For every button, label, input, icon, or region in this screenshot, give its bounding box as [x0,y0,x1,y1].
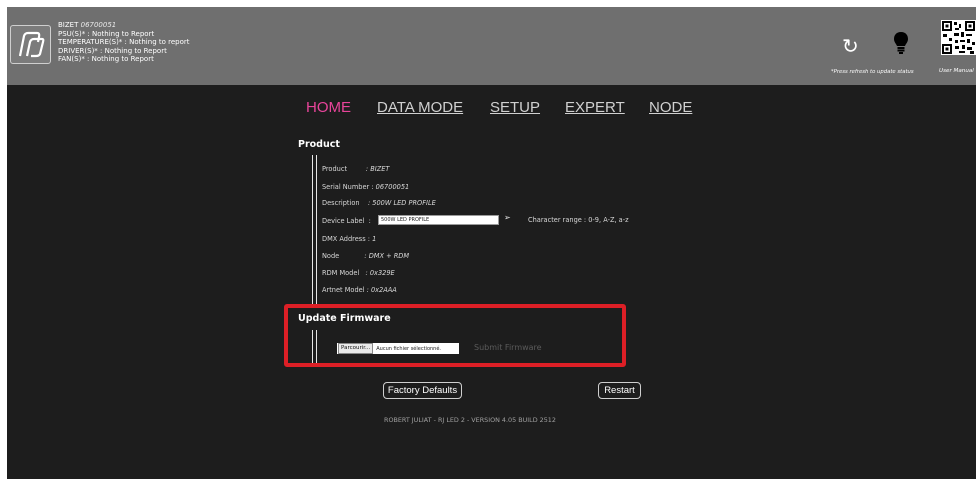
device-name-line: BIZET 06700051 [58,21,190,30]
dmx-address-label: DMX Address : [322,235,370,243]
firmware-file-input[interactable]: Parcourir... Aucun fichier sélectionné. [337,343,459,354]
char-range-hint: Character range : 0-9, A-Z, a-z [528,216,629,224]
product-divider [312,155,317,304]
app-frame: BIZET 06700051 PSU(S)* : Nothing to Repo… [7,7,976,479]
product-label: Product [322,165,348,173]
firmware-highlight-box [284,304,626,367]
dmx-address-value: 1 [369,235,377,243]
rdm-model-label: RDM Model [322,269,360,277]
user-manual-link[interactable]: User Manual [939,68,974,74]
nav-expert[interactable]: EXPERT [565,99,625,116]
status-fan: FAN(S)* : Nothing to Report [58,55,154,64]
nav-node[interactable]: NODE [649,99,692,116]
file-status: Aucun fichier sélectionné. [376,345,442,352]
serial-number-value: 06700051 [373,183,410,191]
status-psu: PSU(S)* : Nothing to Report [58,29,155,38]
artnet-model-label: Artnet Model [322,286,365,294]
qr-code-icon[interactable] [941,20,976,55]
bulb-icon[interactable] [893,31,909,59]
logo-icon [10,25,51,64]
device-label-label: Device Label [322,217,365,225]
status-temperature: TEMPERATURE(S)* : Nothing to report [58,38,190,47]
description-value: : 500W LED PROFILE [367,199,436,207]
submit-firmware-button[interactable]: Submit Firmware [474,343,542,352]
main-nav: HOME DATA MODE SETUP EXPERT NODE [7,99,976,119]
refresh-note: *Press refresh to update status [831,69,914,75]
device-status: BIZET 06700051 PSU(S)* : Nothing to Repo… [58,21,190,64]
rdm-model-value: : 0x329E [365,269,395,277]
artnet-model-value: : 0x2AAA [366,286,397,294]
device-label-colon: : [368,217,371,225]
node-label: Node [322,252,340,260]
device-label-row: Device Label : [322,217,371,225]
nav-setup[interactable]: SETUP [490,99,540,116]
nav-data-mode[interactable]: DATA MODE [377,99,463,116]
browse-button[interactable]: Parcourir... [338,343,374,354]
dmx-address-row: DMX Address : 1 [322,235,376,243]
product-value: : BIZET [365,165,390,173]
serial-number-row: Serial Number : 06700051 [322,183,409,191]
restart-button[interactable]: Restart [598,382,641,399]
refresh-icon[interactable]: ↻ [842,36,859,56]
footer-version: ROBERT JULIAT - RJ LED 2 - VERSION 4.05 … [384,416,556,424]
node-value: : DMX + RDM [364,252,410,260]
status-driver: DRIVER(S)* : Nothing to Report [58,46,167,55]
serial-number-label: Serial Number : [322,183,374,191]
header-bar: BIZET 06700051 PSU(S)* : Nothing to Repo… [7,7,976,85]
nav-home[interactable]: HOME [306,99,351,116]
device-id: 06700051 [80,21,117,29]
description-row: Description : 500W LED PROFILE [322,199,436,207]
product-section-title: Product [298,139,340,150]
device-label-input[interactable]: 500W LED PROFILE [378,215,499,225]
node-row: Node : DMX + RDM [322,252,409,260]
device-name: BIZET [58,21,79,29]
product-row: Product : BIZET [322,165,389,173]
submit-label-arrow-icon[interactable]: ➢ [504,213,511,222]
description-label: Description [322,199,360,207]
artnet-model-row: Artnet Model : 0x2AAA [322,286,397,294]
rdm-model-row: RDM Model : 0x329E [322,269,395,277]
factory-defaults-button[interactable]: Factory Defaults [383,382,462,399]
